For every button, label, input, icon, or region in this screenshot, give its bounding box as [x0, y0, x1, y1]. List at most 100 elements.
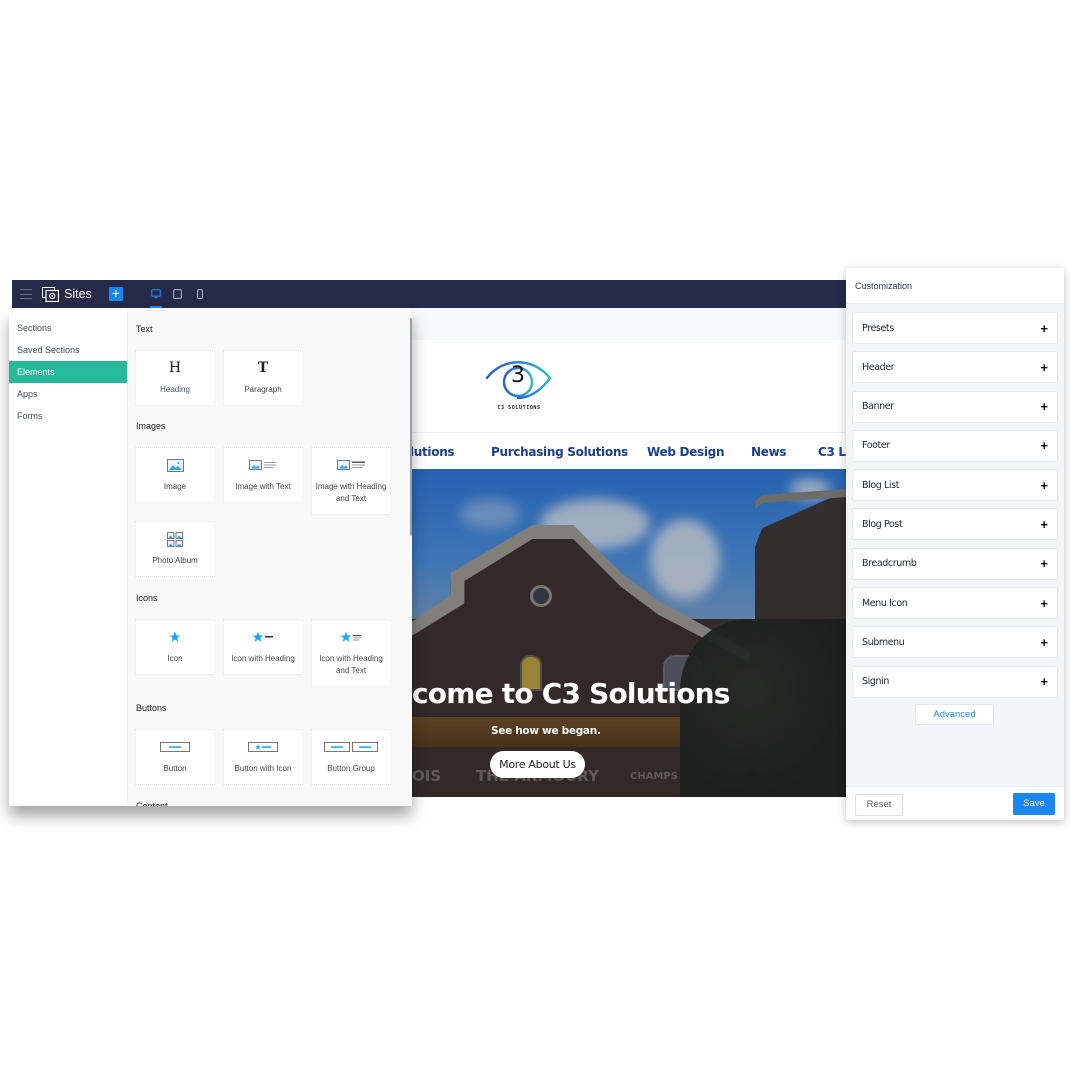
elements-panel: Sections Saved Sections Elements Apps Fo… [9, 310, 412, 806]
category-saved-sections[interactable]: Saved Sections [9, 339, 127, 361]
plus-icon[interactable]: + [1040, 479, 1048, 492]
c3-logo[interactable]: 3 C3 SOLUTIONS [484, 356, 554, 416]
element-icon[interactable]: Icon [135, 619, 215, 675]
category-nav: Sections Saved Sections Elements Apps Fo… [9, 310, 128, 806]
element-label: Icon with Heading and Text [319, 654, 383, 675]
customization-item-footer[interactable]: Footer + [852, 429, 1058, 462]
add-button[interactable]: + [108, 286, 123, 301]
plus-icon[interactable]: + [1040, 597, 1048, 610]
customization-footer: Reset Save [846, 786, 1064, 820]
element-label: Icon with Heading [231, 654, 295, 663]
category-forms[interactable]: Forms [9, 405, 127, 427]
customization-item-submenu[interactable]: Submenu + [852, 626, 1058, 659]
element-paragraph[interactable]: T Paragraph [223, 350, 303, 406]
device-switcher [149, 280, 205, 308]
nav-item-purchasing-solutions[interactable]: Purchasing Solutions [491, 445, 628, 459]
element-button-group[interactable]: Button Group [311, 729, 391, 785]
customization-item-presets[interactable]: Presets + [852, 312, 1058, 344]
section-title-text: Text [136, 324, 153, 334]
save-button[interactable]: Save [1013, 793, 1055, 815]
item-label: Footer [862, 440, 890, 452]
advanced-button[interactable]: Advanced [915, 704, 994, 725]
element-label: Heading [160, 385, 190, 394]
tablet-view-button[interactable] [173, 280, 183, 308]
customization-item-banner[interactable]: Banner + [852, 390, 1058, 423]
item-label: Signin [862, 676, 889, 688]
photo-album-icon [167, 531, 183, 547]
element-button[interactable]: Button [135, 729, 215, 785]
sites-icon [42, 286, 60, 302]
section-title-icons: Icons [136, 593, 158, 603]
plus-icon[interactable]: + [1040, 636, 1048, 649]
app-title: Sites [64, 287, 92, 301]
section-title-buttons: Buttons [136, 703, 167, 713]
plus-icon[interactable]: + [1040, 518, 1048, 531]
desktop-icon [150, 289, 161, 299]
customization-list: Presets + Header + Banner + Footer + Blog Li… [852, 312, 1058, 705]
element-image-with-heading-and-text[interactable]: Image with Heading and Text [311, 447, 391, 515]
library-scrollbar[interactable] [410, 318, 412, 536]
heading-icon: H [168, 360, 182, 376]
section-title-content: Content [136, 801, 168, 806]
customization-item-breadcrumb[interactable]: Breadcrumb + [852, 547, 1058, 580]
image-icon [166, 458, 184, 472]
plus-icon[interactable]: + [1040, 439, 1048, 452]
customization-item-signin[interactable]: Signin + [852, 665, 1058, 698]
desktop-view-button[interactable] [149, 280, 162, 308]
element-label: Image [163, 482, 187, 491]
element-image-with-text[interactable]: Image with Text [223, 447, 303, 503]
plus-icon[interactable]: + [1040, 400, 1048, 413]
nav-item-web-design[interactable]: Web Design [647, 445, 725, 459]
star-icon [169, 631, 181, 642]
element-button-with-icon[interactable]: Button with Icon [223, 729, 303, 785]
customization-item-blog-list[interactable]: Blog List + [852, 469, 1058, 502]
hero-subtitle: See how we began. [491, 725, 601, 737]
item-label: Header [862, 361, 895, 373]
category-sections[interactable]: Sections [9, 317, 127, 339]
item-label: Blog Post [862, 518, 903, 530]
nav-item-news[interactable]: News [751, 445, 787, 459]
image-with-heading-text-icon [336, 460, 365, 470]
element-label: Button [163, 764, 187, 773]
tablet-icon [173, 289, 183, 299]
element-label: Photo Album [152, 556, 198, 565]
item-label: Submenu [862, 636, 905, 648]
customization-item-menu-icon[interactable]: Menu Icon + [852, 587, 1058, 620]
more-about-us-button[interactable]: More About Us [490, 751, 585, 778]
site-nav: olutions Purchasing Solutions Web Design… [410, 432, 846, 470]
element-label: Button Group [327, 764, 375, 773]
button-icon [160, 742, 190, 752]
element-icon-with-heading-and-text[interactable]: Icon with Heading and Text [311, 619, 391, 687]
item-label: Banner [862, 401, 894, 413]
plus-icon[interactable]: + [1040, 675, 1048, 688]
element-library: Text H Heading T Paragraph Images Image … [128, 310, 412, 806]
nav-item-c3-labs[interactable]: C3 La [818, 445, 846, 459]
element-label: Image with Heading and Text [315, 482, 387, 503]
element-icon-with-heading[interactable]: Icon with Heading [223, 619, 303, 675]
reset-button[interactable]: Reset [855, 794, 903, 816]
nav-item-solutions[interactable]: olutions [410, 445, 455, 459]
signage-text: OIS [412, 767, 442, 785]
mobile-view-button[interactable] [195, 280, 205, 308]
category-elements[interactable]: Elements [9, 361, 127, 383]
element-label: Paragraph [244, 385, 282, 394]
site-preview: 3 C3 SOLUTIONS olutions Purchasing Solut… [410, 308, 846, 798]
image-with-text-icon [249, 460, 276, 470]
customization-title: Customization [846, 268, 1064, 304]
paragraph-icon: T [257, 360, 269, 376]
plus-icon[interactable]: + [1040, 557, 1048, 570]
customization-item-header[interactable]: Header + [852, 351, 1058, 384]
button-with-icon-icon [248, 742, 278, 752]
plus-icon[interactable]: + [1040, 361, 1048, 374]
element-label: Icon [167, 654, 183, 663]
category-apps[interactable]: Apps [9, 383, 127, 405]
element-heading[interactable]: H Heading [135, 350, 215, 406]
customization-item-blog-post[interactable]: Blog Post + [852, 508, 1058, 541]
item-label: Menu Icon [862, 597, 908, 609]
hamburger-icon[interactable] [20, 289, 32, 299]
logo-numeral: 3 [511, 363, 525, 388]
element-image[interactable]: Image [135, 447, 215, 503]
item-label: Blog List [862, 479, 900, 491]
plus-icon[interactable]: + [1040, 322, 1048, 335]
element-photo-album[interactable]: Photo Album [135, 521, 215, 577]
